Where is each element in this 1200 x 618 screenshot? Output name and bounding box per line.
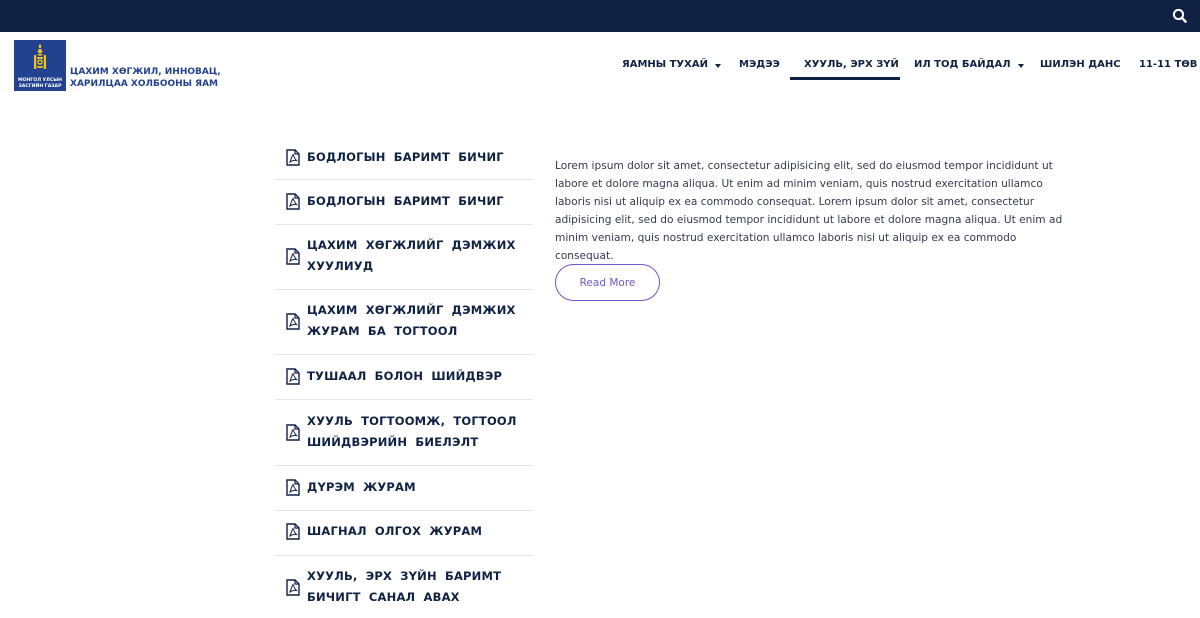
nav-label: ХУУЛЬ, ЭРХ ЗҮЙ: [804, 59, 899, 70]
document-title-line2: ЖУРАМ БА ТОГТООЛ: [307, 324, 458, 338]
list-divider: [275, 465, 533, 466]
list-divider: [275, 399, 533, 400]
document-title: БОДЛОГЫН БАРИМТ БИЧИГ: [307, 194, 504, 208]
nav-label: ШИЛЭН ДАНС: [1040, 59, 1121, 70]
document-title-line1: ЦАХИМ ХӨГЖЛИЙГ ДЭМЖИХ: [307, 303, 516, 317]
nav-about-ministry[interactable]: ЯАМНЫ ТУХАЙ: [622, 57, 721, 81]
document-title-line2: ШИЙДВЭРИЙН БИЕЛЭЛТ: [307, 435, 479, 449]
content-paragraph: Lorem ipsum dolor sit amet, consectetur …: [555, 160, 1063, 262]
ministry-name-line2: ХАРИЛЦАА ХОЛБООНЫ ЯАМ: [70, 79, 218, 89]
site-logo[interactable]: МОНГОЛ УЛСЫН ЗАСГИЙН ГАЗАР ЦАХИМ ХӨГЖИЛ,…: [14, 40, 221, 91]
pdf-file-icon: [286, 479, 300, 496]
nav-label: ИЛ ТОД БАЙДАЛ: [914, 59, 1011, 70]
list-divider: [275, 354, 533, 355]
document-item[interactable]: ХУУЛЬ, ЭРХ ЗҮЙН БАРИМТ БИЧИГТ САНАЛ АВАХ: [275, 566, 533, 608]
pdf-file-icon: [286, 149, 300, 166]
soyombo-icon: [34, 44, 46, 69]
pdf-file-icon: [286, 523, 300, 540]
list-divider: [275, 289, 533, 290]
government-emblem: МОНГОЛ УЛСЫН ЗАСГИЙН ГАЗАР: [14, 40, 66, 91]
document-item[interactable]: ЦАХИМ ХӨГЖЛИЙГ ДЭМЖИХ ЖУРАМ БА ТОГТООЛ: [275, 300, 533, 342]
document-item[interactable]: ТУШААЛ БОЛОН ШИЙДВЭР: [275, 366, 533, 387]
pdf-file-icon: [286, 313, 300, 330]
nav-glass-account[interactable]: ШИЛЭН ДАНС: [1040, 57, 1121, 81]
document-title: ТУШААЛ БОЛОН ШИЙДВЭР: [307, 369, 503, 383]
list-divider: [275, 510, 533, 511]
document-title-line1: ХУУЛЬ ТОГТООМЖ, ТОГТООЛ: [307, 414, 517, 428]
nav-label: 11-11 ТӨВ: [1139, 59, 1198, 70]
document-title: ШАГНАЛ ОЛГОХ ЖУРАМ: [307, 524, 483, 538]
list-divider: [275, 179, 533, 180]
document-item[interactable]: БОДЛОГЫН БАРИМТ БИЧИГ: [275, 191, 533, 212]
search-icon: [1172, 8, 1187, 23]
pdf-file-icon: [286, 193, 300, 210]
list-divider: [275, 555, 533, 556]
caret-down-icon: [1017, 64, 1024, 68]
document-item[interactable]: ШАГНАЛ ОЛГОХ ЖУРАМ: [275, 521, 533, 542]
document-title-line1: ЦАХИМ ХӨГЖЛИЙГ ДЭМЖИХ: [307, 238, 516, 252]
document-item[interactable]: ЦАХИМ ХӨГЖЛИЙГ ДЭМЖИХ ХУУЛИУД: [275, 235, 533, 277]
nav-1111-center[interactable]: 11-11 ТӨВ: [1139, 57, 1197, 81]
search-button[interactable]: [1170, 6, 1190, 26]
ministry-name-line1: ЦАХИМ ХӨГЖИЛ, ИННОВАЦ,: [70, 67, 221, 77]
document-title: БОДЛОГЫН БАРИМТ БИЧИГ: [307, 150, 504, 164]
ministry-name: ЦАХИМ ХӨГЖИЛ, ИННОВАЦ, ХАРИЛЦАА ХОЛБООНЫ…: [70, 66, 221, 90]
document-title: ДҮРЭМ ЖУРАМ: [307, 480, 416, 494]
document-item[interactable]: ДҮРЭМ ЖУРАМ: [275, 477, 533, 498]
caret-down-icon: [714, 64, 721, 68]
pdf-file-icon: [286, 579, 300, 596]
nav-transparency[interactable]: ИЛ ТОД БАЙДАЛ: [914, 57, 1024, 81]
pdf-file-icon: [286, 424, 300, 441]
document-title-line1: ХУУЛЬ, ЭРХ ЗҮЙН БАРИМТ: [307, 569, 502, 583]
nav-news[interactable]: МЭДЭЭ: [739, 57, 780, 81]
nav-label: МЭДЭЭ: [739, 59, 780, 70]
top-bar: [0, 0, 1200, 32]
pdf-file-icon: [286, 368, 300, 385]
list-divider: [275, 224, 533, 225]
document-title-line2: БИЧИГТ САНАЛ АВАХ: [307, 590, 460, 604]
nav-label: ЯАМНЫ ТУХАЙ: [622, 59, 708, 70]
active-nav-indicator: [790, 77, 900, 80]
emblem-text-line1: МОНГОЛ УЛСЫН: [18, 78, 62, 84]
read-more-button[interactable]: Read More: [555, 264, 660, 301]
emblem-text-line2: ЗАСГИЙН ГАЗАР: [18, 83, 62, 89]
document-item[interactable]: ХУУЛЬ ТОГТООМЖ, ТОГТООЛ ШИЙДВЭРИЙН БИЕЛЭ…: [275, 411, 533, 453]
document-title-line2: ХУУЛИУД: [307, 259, 374, 273]
pdf-file-icon: [286, 248, 300, 265]
document-item[interactable]: БОДЛОГЫН БАРИМТ БИЧИГ: [275, 147, 533, 168]
